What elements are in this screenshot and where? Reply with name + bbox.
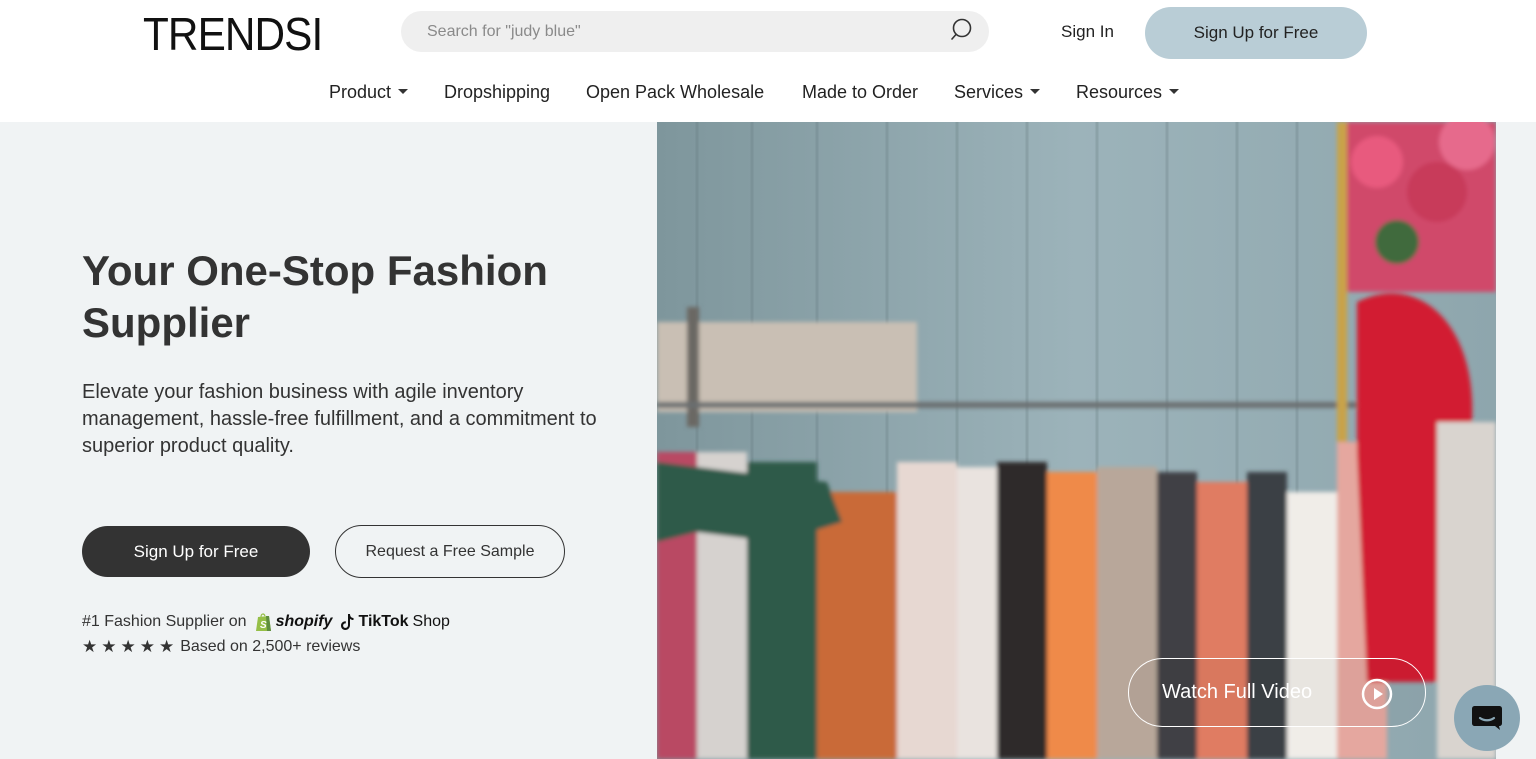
tiktok-icon (341, 614, 354, 630)
shopify-logo: S shopify (255, 612, 333, 632)
tiktok-shop-logo: TikTok Shop (340, 613, 450, 631)
main-nav: Product Dropshipping Open Pack Wholesale… (0, 82, 1536, 106)
nav-item-open-pack-wholesale[interactable]: Open Pack Wholesale (586, 82, 764, 103)
caret-down-icon (398, 88, 409, 94)
chat-bubble-icon (1472, 706, 1502, 730)
nav-item-label: Open Pack Wholesale (586, 82, 765, 102)
supplier-badge: #1 Fashion Supplier on S shopify TikTok … (82, 611, 450, 633)
play-circle-icon (1361, 678, 1393, 710)
shopify-label: shopify (275, 613, 333, 630)
sign-up-button-hero[interactable]: Sign Up for Free (82, 526, 310, 577)
supplier-text: #1 Fashion Supplier on (82, 613, 247, 630)
search-icon[interactable] (951, 18, 975, 42)
site-header: TRENDSI Sign In Sign Up for Free Product… (0, 0, 1536, 122)
nav-item-label: Services (954, 82, 1024, 102)
nav-item-label: Dropshipping (444, 82, 551, 102)
tiktok-shop-label: Shop (412, 613, 450, 630)
sign-in-link[interactable]: Sign In (1061, 22, 1114, 42)
trendsi-logo[interactable]: TRENDSI (143, 7, 323, 61)
nav-item-services[interactable]: Services (954, 82, 1041, 103)
watch-full-video-button[interactable]: Watch Full Video (1128, 658, 1426, 727)
reviews-text: Based on 2,500+ reviews (180, 638, 361, 655)
tiktok-label: TikTok (358, 613, 409, 630)
rating-stars: ★★★★★ (82, 637, 179, 656)
watch-video-label: Watch Full Video (1162, 681, 1313, 703)
hero-section: Your One-Stop Fashion Supplier Elevate y… (0, 122, 1536, 759)
svg-text:S: S (260, 620, 267, 631)
chat-widget-button[interactable] (1454, 685, 1520, 751)
sign-up-button-header[interactable]: Sign Up for Free (1145, 7, 1367, 59)
nav-item-made-to-order[interactable]: Made to Order (802, 82, 918, 103)
hero-description: Elevate your fashion business with agile… (82, 381, 597, 457)
request-sample-button[interactable]: Request a Free Sample (335, 525, 565, 578)
search-bar[interactable] (401, 11, 989, 52)
caret-down-icon (1030, 88, 1041, 94)
nav-item-label: Resources (1076, 82, 1163, 102)
reviews-line: ★★★★★ Based on 2,500+ reviews (82, 637, 360, 657)
nav-item-product[interactable]: Product (329, 82, 409, 103)
hero-video[interactable]: Watch Full Video (657, 122, 1496, 759)
nav-item-dropshipping[interactable]: Dropshipping (444, 82, 550, 103)
search-input[interactable] (427, 11, 927, 52)
caret-down-icon (1169, 88, 1180, 94)
nav-item-resources[interactable]: Resources (1076, 82, 1180, 103)
nav-item-label: Product (329, 82, 392, 102)
hero-title: Your One-Stop Fashion Supplier (82, 247, 548, 346)
shopify-bag-icon: S (255, 613, 271, 631)
nav-item-label: Made to Order (802, 82, 919, 102)
